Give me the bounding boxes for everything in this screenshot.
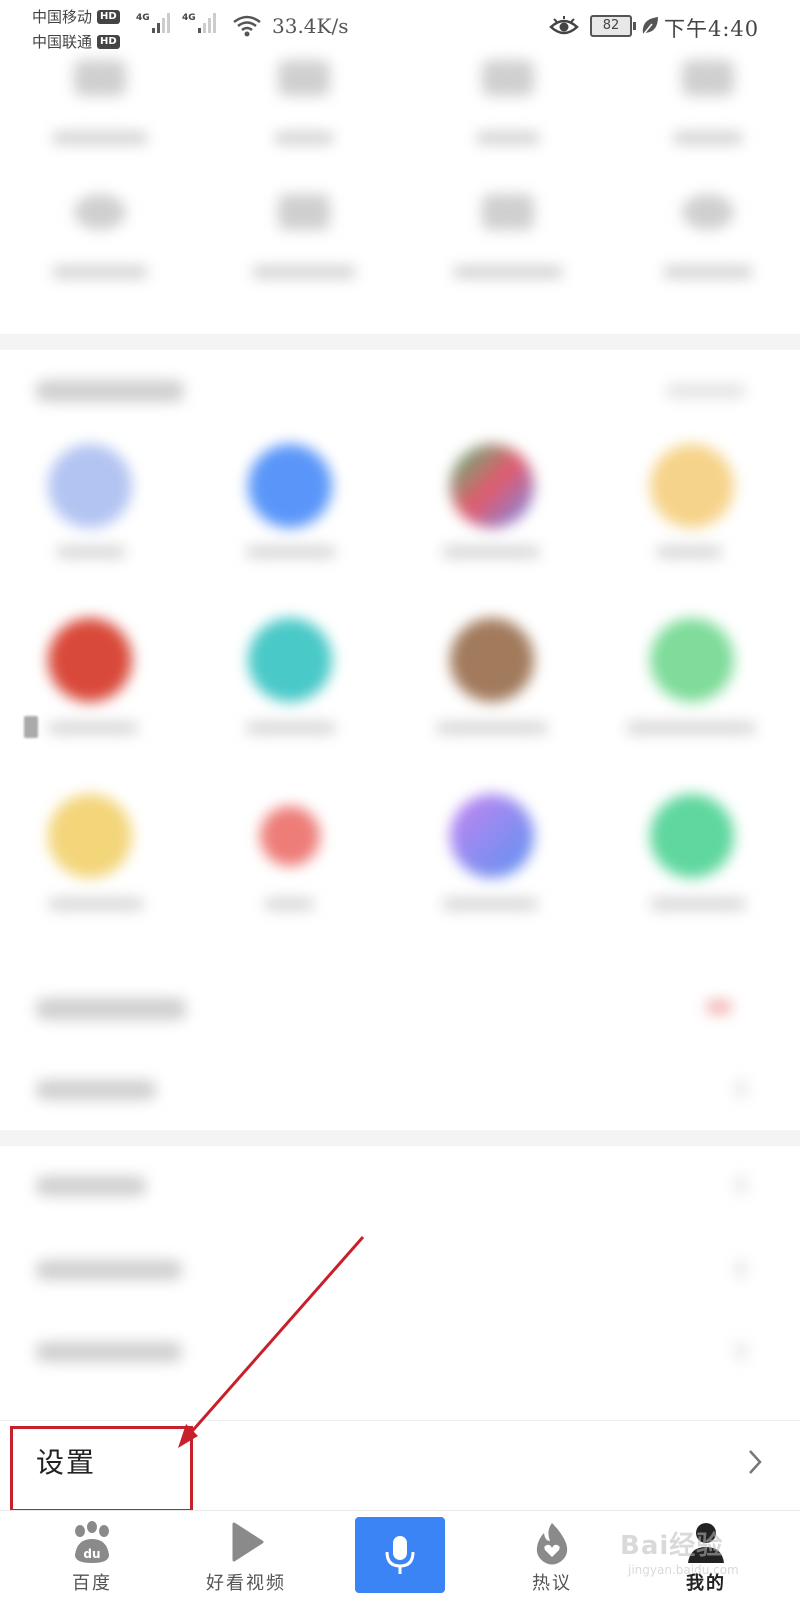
chevron-right-icon	[749, 1450, 762, 1474]
baidu-paw-icon: du	[75, 1521, 109, 1563]
section-title-placeholder	[36, 380, 184, 402]
carrier-1-name: 中国移动	[32, 8, 93, 26]
nav-reyi[interactable]: 热议	[492, 1511, 612, 1600]
carrier-2-name: 中国联通	[32, 33, 93, 51]
status-bar: 中国移动 HD 中国联通 HD 4G 4G 33.4K/s 82 下午4:40	[0, 0, 800, 54]
leaf-icon	[642, 17, 658, 36]
hd-badge-2: HD	[97, 34, 120, 49]
wifi-icon	[233, 15, 261, 37]
nav-haokan-video-label: 好看视频	[206, 1573, 286, 1594]
nav-baidu-label: 百度	[72, 1573, 112, 1594]
watermark-text: Bai经验	[620, 1531, 724, 1561]
eye-comfort-icon	[549, 16, 579, 35]
flame-heart-icon	[536, 1523, 568, 1565]
hd-badge-1: HD	[97, 9, 120, 24]
blurred-content	[36, 54, 768, 1414]
tool-row	[36, 60, 768, 180]
carrier-1: 中国移动 HD	[32, 6, 120, 27]
net-speed: 33.4K/s	[272, 14, 349, 38]
nav-baidu[interactable]: du 百度	[32, 1511, 152, 1600]
battery-icon: 82	[590, 15, 636, 37]
nav-reyi-label: 热议	[532, 1573, 572, 1594]
watermark-url: jingyan.baidu.com	[628, 1563, 739, 1577]
signal-1-icon: 4G	[136, 13, 172, 33]
watermark: Bai经验 jingyan.baidu.com	[610, 1515, 760, 1595]
carrier-2: 中国联通 HD	[32, 31, 120, 52]
clock: 下午4:40	[664, 17, 760, 41]
network-tag-2: 4G	[182, 13, 196, 23]
svg-text:du: du	[83, 1547, 100, 1561]
voice-search-button[interactable]	[355, 1517, 445, 1593]
microphone-icon	[385, 1536, 415, 1574]
nav-haokan-video[interactable]: 好看视频	[186, 1511, 306, 1600]
network-tag-1: 4G	[136, 13, 150, 23]
play-icon	[232, 1522, 264, 1562]
tool-row	[36, 194, 768, 314]
signal-2-icon: 4G	[182, 13, 218, 33]
annotation-highlight-box	[10, 1426, 193, 1512]
section-more-placeholder	[666, 384, 746, 398]
